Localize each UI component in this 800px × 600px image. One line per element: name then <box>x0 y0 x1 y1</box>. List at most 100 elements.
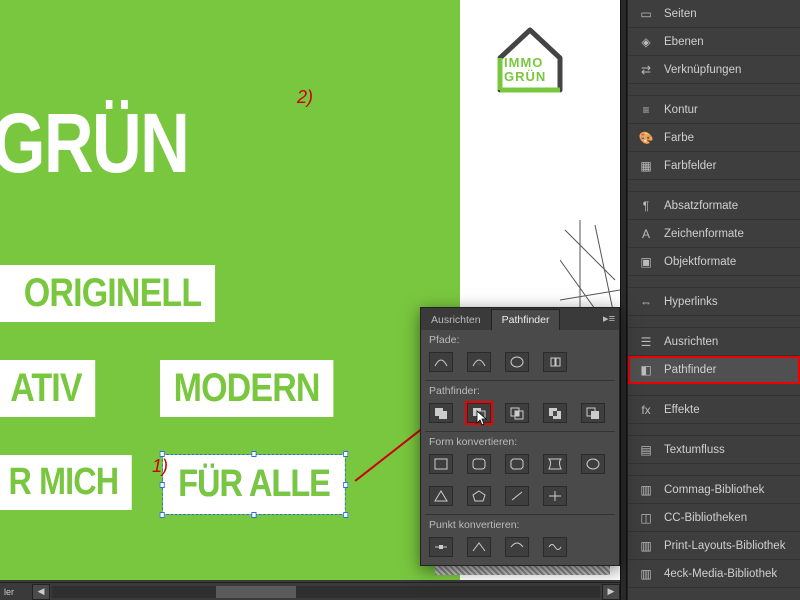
pathfinder-exclude-button[interactable] <box>543 403 567 423</box>
rail-label: Kontur <box>664 104 698 116</box>
panel-divider[interactable] <box>620 0 627 600</box>
tag-fuer-alle-text: FÜR ALLE <box>178 463 330 505</box>
rail-item-kontur[interactable]: ≡ Kontur <box>628 96 800 124</box>
library-icon: ▥ <box>638 539 654 553</box>
convert-inverse-round-button[interactable] <box>543 454 567 474</box>
annotation-2: 2) <box>297 87 313 108</box>
effects-icon: fx <box>638 403 654 417</box>
point-symmetric-button[interactable] <box>543 537 567 557</box>
selection-handle[interactable] <box>160 482 165 488</box>
pathfinder-add-button[interactable] <box>429 403 453 423</box>
rail-label: Commag-Bibliothek <box>664 484 764 496</box>
textwrap-icon: ▤ <box>638 443 654 457</box>
status-text: ler <box>0 587 32 597</box>
point-corner-button[interactable] <box>467 537 491 557</box>
tab-ausrichten[interactable]: Ausrichten <box>421 310 491 330</box>
rail-item-hyperlinks[interactable]: ⇔ Hyperlinks <box>628 288 800 316</box>
panel-menu-button[interactable]: ▸≡ <box>603 312 615 325</box>
pathfinder-minusback-button[interactable] <box>581 403 605 423</box>
tag-ativ: ATIV <box>0 360 95 417</box>
rail-item-absatzformate[interactable]: ¶ Absatzformate <box>628 192 800 220</box>
logo-line2: GRÜN <box>504 70 546 84</box>
pathfinder-icon: ◧ <box>638 363 654 377</box>
rail-item-seiten[interactable]: ▭ Seiten <box>628 0 800 28</box>
convert-bevel-button[interactable] <box>505 454 529 474</box>
rail-label: Ausrichten <box>664 336 718 348</box>
rail-item-4eck-media-bibliothek[interactable]: ▥ 4eck-Media-Bibliothek <box>628 560 800 588</box>
rail-label: Effekte <box>664 404 700 416</box>
path-join-button[interactable] <box>429 352 453 372</box>
selection-handle[interactable] <box>252 451 257 457</box>
scroll-track[interactable] <box>52 586 600 598</box>
rail-item-print-layouts-bibliothek[interactable]: ▥ Print-Layouts-Bibliothek <box>628 532 800 560</box>
rail-label: Absatzformate <box>664 200 738 212</box>
headline-text: OGRÜN <box>0 95 188 192</box>
scroll-thumb[interactable] <box>216 586 296 598</box>
selection-handle[interactable] <box>344 451 349 457</box>
logo-line1: IMMO <box>504 56 546 70</box>
rail-label: Ebenen <box>664 36 704 48</box>
scroll-right-button[interactable]: ▶ <box>602 584 620 600</box>
path-close-button[interactable] <box>505 352 529 372</box>
rail-label: Textumfluss <box>664 444 725 456</box>
tag-fuer-alle-selected[interactable]: FÜR ALLE <box>163 455 345 514</box>
hyperlinks-icon: ⇔ <box>638 295 654 309</box>
para-style-icon: ¶ <box>638 199 654 213</box>
selection-handle[interactable] <box>344 512 349 518</box>
convert-polygon-button[interactable] <box>467 486 491 506</box>
selection-handle[interactable] <box>344 482 349 488</box>
align-icon: ☰ <box>638 335 654 349</box>
rail-label: Farbe <box>664 132 694 144</box>
rail-item-cc-bibliotheken[interactable]: ◫ CC-Bibliotheken <box>628 504 800 532</box>
rail-item-textumfluss[interactable]: ▤ Textumfluss <box>628 436 800 464</box>
convert-roundrect-button[interactable] <box>467 454 491 474</box>
rail-label: 4eck-Media-Bibliothek <box>664 568 777 580</box>
section-form: Form konvertieren: <box>421 432 619 450</box>
rail-item-farbe[interactable]: 🎨 Farbe <box>628 124 800 152</box>
logo-immo-gruen: IMMO GRÜN <box>490 18 570 98</box>
rail-label: Verknüpfungen <box>664 64 741 76</box>
links-icon: ⇄ <box>638 63 654 77</box>
selection-handle[interactable] <box>160 512 165 518</box>
library-icon: ▥ <box>638 567 654 581</box>
rail-item-ausrichten[interactable]: ☰ Ausrichten <box>628 328 800 356</box>
rail-item-verknuepfungen[interactable]: ⇄ Verknüpfungen <box>628 56 800 84</box>
color-icon: 🎨 <box>638 131 654 145</box>
rail-label: Pathfinder <box>664 364 716 376</box>
convert-line-button[interactable] <box>505 486 529 506</box>
selection-handle[interactable] <box>252 512 257 518</box>
layers-icon: ◈ <box>638 35 654 49</box>
rail-item-ebenen[interactable]: ◈ Ebenen <box>628 28 800 56</box>
section-pfade: Pfade: <box>421 330 619 348</box>
convert-rect-button[interactable] <box>429 454 453 474</box>
tag-rmich: R MICH <box>0 455 132 510</box>
library-icon: ▥ <box>638 483 654 497</box>
scroll-left-button[interactable]: ◀ <box>32 584 50 600</box>
path-reverse-button[interactable] <box>543 352 567 372</box>
cc-library-icon: ◫ <box>638 511 654 525</box>
section-punkt: Punkt konvertieren: <box>421 515 619 533</box>
panels-rail: ▭ Seiten ◈ Ebenen ⇄ Verknüpfungen ≡ Kont… <box>627 0 800 600</box>
point-plain-button[interactable] <box>429 537 453 557</box>
rail-label: Hyperlinks <box>664 296 718 308</box>
rail-item-commag-bibliothek[interactable]: ▥ Commag-Bibliothek <box>628 476 800 504</box>
rail-item-pathfinder[interactable]: ◧ Pathfinder <box>628 356 800 384</box>
rail-label: Farbfelder <box>664 160 716 172</box>
tag-originell: ORIGINELL <box>0 265 215 322</box>
tab-pathfinder[interactable]: Pathfinder <box>491 309 561 330</box>
rail-item-farbfelder[interactable]: ▦ Farbfelder <box>628 152 800 180</box>
pathfinder-intersect-button[interactable] <box>505 403 529 423</box>
convert-triangle-button[interactable] <box>429 486 453 506</box>
convert-ellipse-button[interactable] <box>581 454 605 474</box>
path-open-button[interactable] <box>467 352 491 372</box>
rail-item-objektformate[interactable]: ▣ Objektformate <box>628 248 800 276</box>
pathfinder-panel[interactable]: Ausrichten Pathfinder ▸≡ Pfade: Pathfind… <box>420 307 620 566</box>
rail-item-effekte[interactable]: fx Effekte <box>628 396 800 424</box>
rail-label: Objektformate <box>664 256 736 268</box>
convert-orthogonal-button[interactable] <box>543 486 567 506</box>
horizontal-scrollbar[interactable]: ler ◀ ▶ <box>0 582 620 600</box>
point-smooth-button[interactable] <box>505 537 529 557</box>
rail-item-zeichenformate[interactable]: A Zeichenformate <box>628 220 800 248</box>
pages-icon: ▭ <box>638 7 654 21</box>
pathfinder-subtract-button[interactable] <box>467 403 491 423</box>
